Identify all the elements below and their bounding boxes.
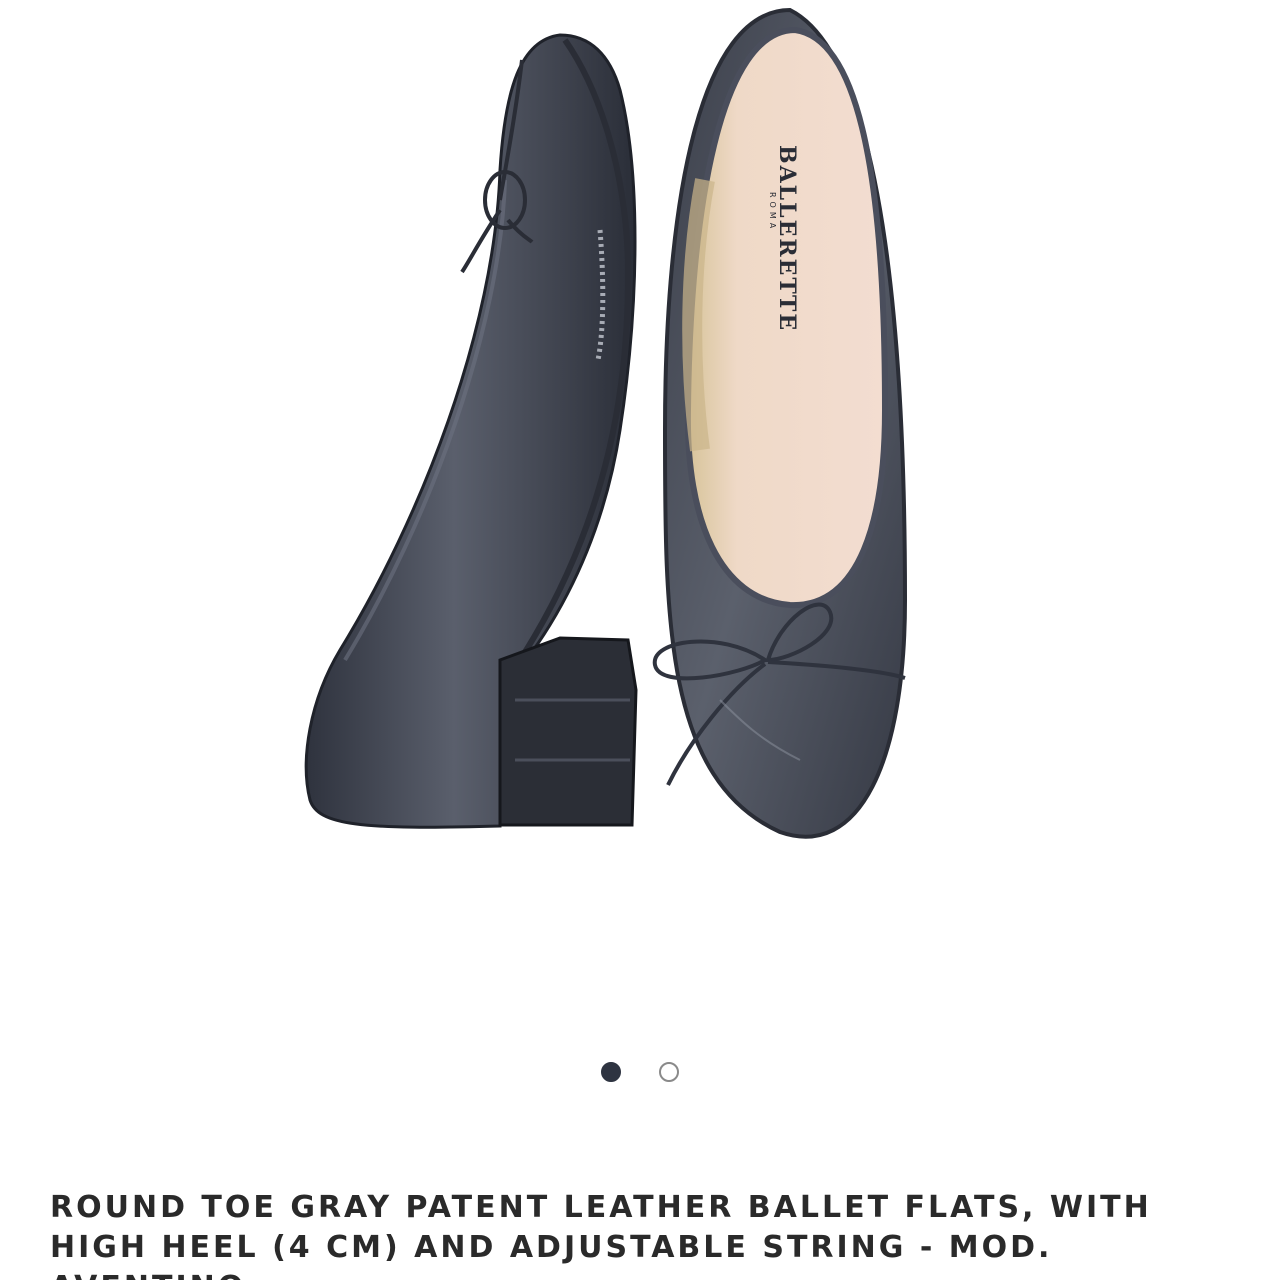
product-title: ROUND TOE GRAY PATENT LEATHER BALLET FLA… <box>50 1190 1152 1280</box>
side-view-shoe <box>304 33 638 829</box>
product-image-gallery[interactable]: BALLERETTE ROMA <box>0 0 1280 1040</box>
product-image[interactable]: BALLERETTE ROMA <box>0 0 1280 1040</box>
top-view-shoe: BALLERETTE ROMA <box>652 7 908 839</box>
brand-sub: ROMA <box>768 192 777 232</box>
gallery-dot-1[interactable] <box>601 1062 621 1082</box>
brand-logo: BALLERETTE <box>774 145 800 332</box>
gallery-pagination <box>0 1062 1280 1086</box>
gallery-dot-2[interactable] <box>659 1062 679 1082</box>
